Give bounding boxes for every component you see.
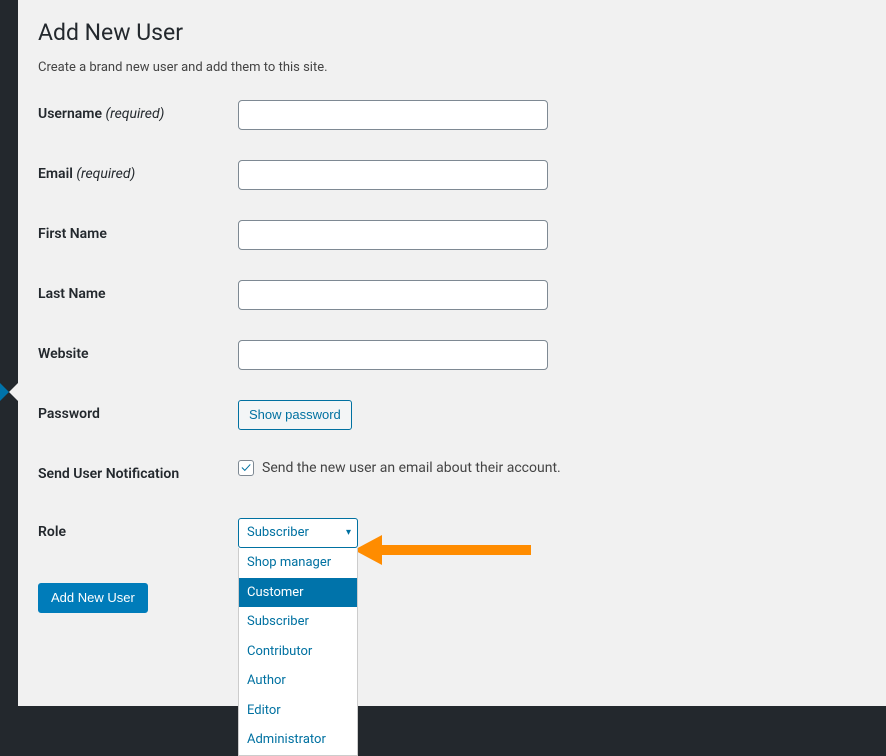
website-label: Website — [38, 325, 238, 385]
role-option-customer[interactable]: Customer — [239, 578, 357, 608]
last-name-label: Last Name — [38, 265, 238, 325]
website-input[interactable] — [238, 340, 548, 370]
role-label: Role — [38, 503, 238, 563]
role-option-subscriber[interactable]: Subscriber — [239, 607, 357, 637]
role-option-author[interactable]: Author — [239, 666, 357, 696]
notification-label: Send User Notification — [38, 445, 238, 503]
admin-sidebar — [0, 0, 18, 706]
role-option-editor[interactable]: Editor — [239, 696, 357, 726]
username-input[interactable] — [238, 100, 548, 130]
email-label: Email (required) — [38, 145, 238, 205]
role-option-contributor[interactable]: Contributor — [239, 637, 357, 667]
chevron-down-icon: ▾ — [346, 519, 351, 547]
password-label: Password — [38, 385, 238, 445]
notification-checkbox-label: Send the new user an email about their a… — [262, 460, 561, 476]
username-label: Username (required) — [38, 85, 238, 145]
last-name-input[interactable] — [238, 280, 548, 310]
email-input[interactable] — [238, 160, 548, 190]
content-area: Add New User Create a brand new user and… — [18, 0, 886, 706]
role-dropdown: Shop managerCustomerSubscriberContributo… — [238, 548, 358, 756]
role-select[interactable]: Subscriber ▾ — [238, 518, 358, 548]
user-form-table: Username (required) Email (required) Fir… — [38, 85, 866, 563]
notification-checkbox[interactable]: ✓ — [238, 460, 254, 476]
role-option-shop-manager[interactable]: Shop manager — [239, 548, 357, 578]
sidebar-active-pointer — [0, 383, 9, 401]
role-option-administrator[interactable]: Administrator — [239, 725, 357, 755]
check-icon: ✓ — [241, 461, 251, 475]
first-name-input[interactable] — [238, 220, 548, 250]
page-title: Add New User — [38, 10, 866, 46]
first-name-label: First Name — [38, 205, 238, 265]
page-subtitle: Create a brand new user and add them to … — [38, 60, 866, 75]
show-password-button[interactable]: Show password — [238, 400, 352, 430]
add-new-user-button[interactable]: Add New User — [38, 583, 148, 613]
